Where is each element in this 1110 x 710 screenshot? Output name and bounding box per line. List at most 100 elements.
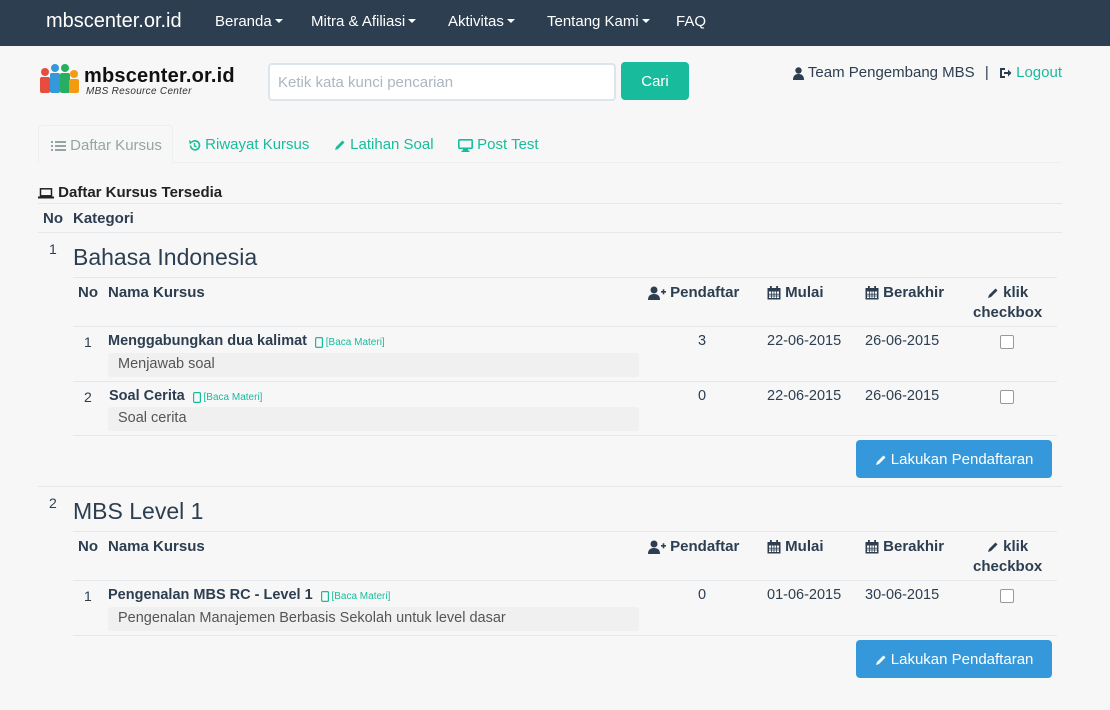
course-mulai: 22-06-2015 [767,333,842,349]
tablet-icon [320,590,329,602]
section-title-text: Daftar Kursus Tersedia [58,184,223,201]
divider [73,531,1057,532]
tab-riwayat-kursus[interactable]: Riwayat Kursus [188,125,309,163]
people-logo-icon [40,64,79,93]
category-title: Bahasa Indonesia [73,244,258,270]
calendar-icon [767,540,781,554]
course-name-text: Soal Cerita [109,388,185,404]
course-checkbox[interactable] [1000,589,1014,603]
header-label: Pendaftar [670,284,740,301]
tab-daftar-kursus[interactable]: Daftar Kursus [38,125,173,163]
course-description: Menjawab soal [108,353,639,377]
divider [38,486,1062,487]
divider [73,277,1057,278]
calendar-icon [865,540,879,554]
col-header-kategori: Kategori [73,210,134,227]
course-mulai: 01-06-2015 [767,587,842,603]
search-button[interactable]: Cari [621,62,689,100]
divider [73,435,1057,436]
divider [38,232,1062,233]
course-checkbox[interactable] [1000,335,1014,349]
baca-materi-link[interactable]: [Baca Materi] [315,336,385,348]
caret-down-icon [506,19,515,23]
baca-materi-link[interactable]: [Baca Materi] [320,590,391,602]
section-title: Daftar Kursus Tersedia [38,184,222,201]
course-pendaftar: 0 [698,388,707,404]
logout-link[interactable]: Logout [999,64,1062,81]
history-icon [189,139,201,151]
course-col-no: No [78,538,98,555]
divider [73,580,1057,581]
nav-item-faq[interactable]: FAQ [676,13,706,30]
course-number: 1 [84,588,92,604]
course-col-berakhir: Berakhir [865,284,944,301]
baca-materi-link[interactable]: [Baca Materi] [192,391,263,403]
nav-item-label: FAQ [676,13,707,30]
nav-item-mitra[interactable]: Mitra & Afiliasi [311,13,417,30]
header-label: klik [1003,538,1029,555]
baca-materi-label: [Baca Materi] [331,591,391,602]
divider [73,381,1057,382]
course-number: 2 [84,389,92,405]
header-label: Berakhir [883,284,945,301]
course-col-pendaftar: Pendaftar [648,284,739,301]
course-pendaftar: 0 [698,587,707,603]
register-button[interactable]: Lakukan Pendaftaran [856,440,1052,478]
course-col-mulai: Mulai [767,538,824,555]
divider [73,635,1057,636]
nav-item-beranda[interactable]: Beranda [215,13,283,30]
header-label: klik [1003,284,1029,301]
col-header-no: No [43,210,63,227]
course-berakhir: 26-06-2015 [865,333,940,349]
list-icon [51,141,66,152]
tab-latihan-soal[interactable]: Latihan Soal [334,125,434,163]
tablet-icon [192,391,201,403]
baca-materi-label: [Baca Materi] [203,392,263,403]
register-button-label: Lakukan Pendaftaran [890,650,1034,668]
user-area: Team Pengembang MBS | Logout [793,64,1062,81]
header-label: Mulai [785,538,824,555]
divider [38,203,1062,204]
course-col-nama: Nama Kursus [108,538,205,555]
tab-post-test[interactable]: Post Test [458,125,539,163]
header-label: Mulai [785,284,824,301]
calendar-icon [865,286,879,300]
course-number: 1 [84,334,92,350]
course-col-klik: klik [987,284,1028,301]
pencil-icon [988,542,998,553]
course-col-no: No [78,284,98,301]
tab-label: Riwayat Kursus [205,136,310,153]
user-separator: | [984,64,989,81]
nav-item-aktivitas[interactable]: Aktivitas [448,13,515,30]
nav-item-label: Mitra & Afiliasi [311,13,406,30]
site-logo[interactable]: mbscenter.or.id MBS Resource Center [38,62,248,100]
user-icon [793,66,805,80]
course-col-checkbox: checkbox [973,304,1043,321]
nav-item-tentang[interactable]: Tentang Kami [547,13,650,30]
user-name: Team Pengembang MBS [807,64,975,81]
course-col-pendaftar: Pendaftar [648,538,739,555]
baca-materi-label: [Baca Materi] [325,337,385,348]
logo-subtitle: MBS Resource Center [86,86,192,97]
caret-down-icon [408,19,417,23]
register-button-label: Lakukan Pendaftaran [890,450,1034,468]
caret-down-icon [274,19,283,23]
course-pendaftar: 3 [698,333,707,349]
course-checkbox[interactable] [1000,390,1014,404]
course-col-berakhir: Berakhir [865,538,944,555]
course-name-text: Menggabungkan dua kalimat [108,333,307,349]
course-tabs: Daftar Kursus Riwayat Kursus Latihan Soa… [38,125,1062,163]
register-button[interactable]: Lakukan Pendaftaran [856,640,1052,678]
course-col-klik: klik [987,538,1028,555]
course-name: Soal Cerita [Baca Materi] [109,388,262,404]
tab-label: Post Test [477,136,539,153]
pencil-icon [875,655,886,665]
user-plus-icon [648,540,666,555]
navbar-brand[interactable]: mbscenter.or.id [46,10,182,33]
search-input[interactable] [268,63,616,101]
course-col-nama: Nama Kursus [108,284,205,301]
category-number: 1 [49,241,57,257]
pencil-icon [335,140,345,151]
tab-label: Latihan Soal [350,136,434,153]
course-description: Soal cerita [108,407,639,431]
